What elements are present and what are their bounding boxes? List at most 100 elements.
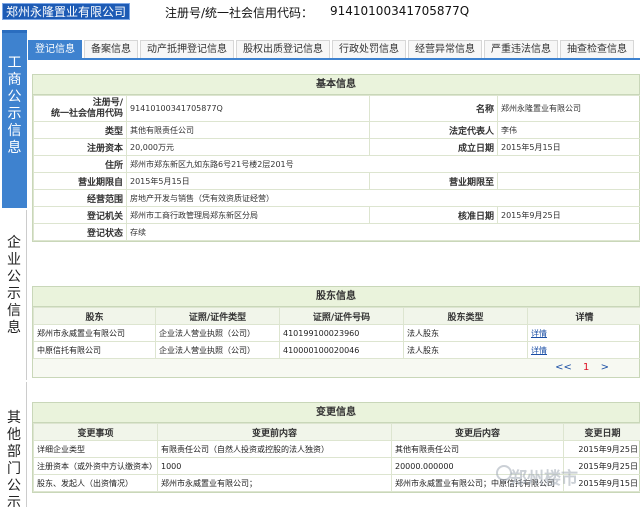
section-title: 股东信息 [33,287,639,307]
tab-penalty[interactable]: 行政处罚信息 [332,40,406,58]
status-label: 登记状态 [33,223,127,241]
pagination: << 1 > [33,359,639,377]
nav-char: 息 [7,140,22,156]
column-header: 证照/证件号码 [279,307,404,325]
column-header: 证照/证件类型 [155,307,280,325]
nav-char: 他 [7,427,21,443]
nav-char: 公 [7,89,22,105]
change-before: 郑州市永威置业有限公司； [157,474,392,492]
page-header: 郑州永隆置业有限公司 注册号/统一社会信用代码： 914101003417058… [0,0,640,26]
address-value: 郑州市郑东新区九如东路6号21号楼2层201号 [126,155,640,173]
column-header: 变更前内容 [157,423,392,441]
nav-tab-gongshang[interactable]: 工商公示信息 [2,30,27,208]
reg-label: 注册号/统一社会信用代码： [165,6,314,20]
change-date: 2015年9月25日 [563,440,640,458]
nav-char: 信 [7,303,21,319]
shareholder-id-no: 410000100020046 [279,341,404,359]
nav-char: 部 [7,444,21,460]
label-line: 统一社会信用代码 [50,108,123,119]
change-before: 1000 [157,457,392,475]
nav-tab-qita[interactable]: 其他部门公示 [2,382,27,507]
info-tabs: 登记信息 备案信息 动产抵押登记信息 股权出质登记信息 行政处罚信息 经营异常信… [28,40,640,60]
shareholder-kind: 法人股东 [403,324,528,342]
detail-link[interactable]: 详情 [531,346,547,355]
status-value: 存续 [126,223,640,241]
left-nav: 工商公示信息 企业公示信息 其他部门公示 [0,30,28,507]
type-value: 其他有限责任公司 [126,121,370,139]
reg-no-label: 注册号/统一社会信用代码 [33,95,127,122]
nav-char: 企 [7,235,21,251]
shareholder-section: 股东信息 股东 证照/证件类型 证照/证件号码 股东类型 详情 郑州市永威置业有… [32,286,640,378]
tab-filing[interactable]: 备案信息 [84,40,138,58]
table-header-row: 股东 证照/证件类型 证照/证件号码 股东类型 详情 [33,307,640,325]
table-row: 郑州市永威置业有限公司 企业法人营业执照（公司） 410199100023960… [33,324,640,342]
nav-char: 业 [7,252,21,268]
section-title: 基本信息 [33,75,639,95]
approval-date-value: 2015年9月25日 [497,206,640,224]
section-title: 变更信息 [33,403,639,423]
pager-next-button[interactable]: > [601,362,609,373]
tab-registration[interactable]: 登记信息 [28,40,82,58]
shareholder-id-no: 410199100023960 [279,324,404,342]
column-header: 变更日期 [563,423,640,441]
table-header-row: 变更事项 变更前内容 变更后内容 变更日期 [33,423,640,441]
nav-char: 息 [7,320,21,336]
legal-rep-label: 法定代表人 [369,121,498,139]
table-row: 注册号/统一社会信用代码 91410100341705877Q 名称 郑州永隆置… [33,95,640,122]
table-row: 登记机关 郑州市工商行政管理局郑东新区分局 核准日期 2015年9月25日 [33,206,640,224]
authority-value: 郑州市工商行政管理局郑东新区分局 [126,206,370,224]
table-row: 营业期限自 2015年5月15日 营业期限至 [33,172,640,190]
nav-char: 信 [7,123,22,139]
tab-inspection[interactable]: 抽查检查信息 [560,40,634,58]
reg-value: 91410100341705877Q [330,4,470,18]
capital-value: 20,000万元 [126,138,370,156]
tab-violation[interactable]: 严重违法信息 [484,40,558,58]
table-row: 中原信托有限公司 企业法人营业执照（公司） 410000100020046 法人… [33,341,640,359]
table-row: 类型 其他有限责任公司 法定代表人 李伟 [33,121,640,139]
label-line: 注册号/ [92,97,123,108]
term-from-label: 营业期限自 [33,172,127,190]
basic-info-table: 注册号/统一社会信用代码 91410100341705877Q 名称 郑州永隆置… [33,95,640,241]
change-before: 有限责任公司（自然人投资或控股的法人独资） [157,440,392,458]
pager-prev-button[interactable]: << [555,362,572,373]
table-row: 住所 郑州市郑东新区九如东路6号21号楼2层201号 [33,155,640,173]
basic-info-section: 基本信息 注册号/统一社会信用代码 91410100341705877Q 名称 … [32,74,640,242]
term-from-value: 2015年5月15日 [126,172,370,190]
founded-label: 成立日期 [369,138,498,156]
change-item: 注册资本（或外资中方认缴资本） [33,457,158,475]
name-value: 郑州永隆置业有限公司 [497,95,640,122]
authority-label: 登记机关 [33,206,127,224]
founded-value: 2015年5月15日 [497,138,640,156]
shareholder-id-type: 企业法人营业执照（公司） [155,324,280,342]
tab-equity-pledge[interactable]: 股权出质登记信息 [236,40,330,58]
change-after: 其他有限责任公司 [391,440,564,458]
shareholder-name: 中原信托有限公司 [33,341,156,359]
nav-char: 公 [7,478,21,494]
company-name: 郑州永隆置业有限公司 [2,3,131,20]
reg-no-value: 91410100341705877Q [126,95,370,122]
column-header: 变更事项 [33,423,158,441]
nav-tab-qiye[interactable]: 企业公示信息 [2,210,27,380]
nav-char: 其 [7,410,21,426]
term-to-value [497,172,640,190]
tab-abnormal[interactable]: 经营异常信息 [408,40,482,58]
term-to-label: 营业期限至 [369,172,498,190]
nav-char: 示 [7,106,22,122]
column-header: 详情 [527,307,640,325]
capital-label: 注册资本 [33,138,127,156]
table-row: 详细企业类型 有限责任公司（自然人投资或控股的法人独资） 其他有限责任公司 20… [33,440,640,458]
nav-char: 工 [7,55,22,71]
shareholder-id-type: 企业法人营业执照（公司） [155,341,280,359]
nav-char: 门 [7,461,21,477]
detail-link[interactable]: 详情 [531,329,547,338]
nav-char: 公 [7,269,21,285]
tab-chattel-mortgage[interactable]: 动产抵押登记信息 [140,40,234,58]
nav-char: 示 [7,286,21,302]
column-header: 股东 [33,307,156,325]
column-header: 变更后内容 [391,423,564,441]
pager-current-page[interactable]: 1 [583,362,589,373]
change-item: 股东、发起人（出资情况） [33,474,158,492]
change-item: 详细企业类型 [33,440,158,458]
shareholder-name: 郑州市永威置业有限公司 [33,324,156,342]
nav-char: 商 [7,72,22,88]
